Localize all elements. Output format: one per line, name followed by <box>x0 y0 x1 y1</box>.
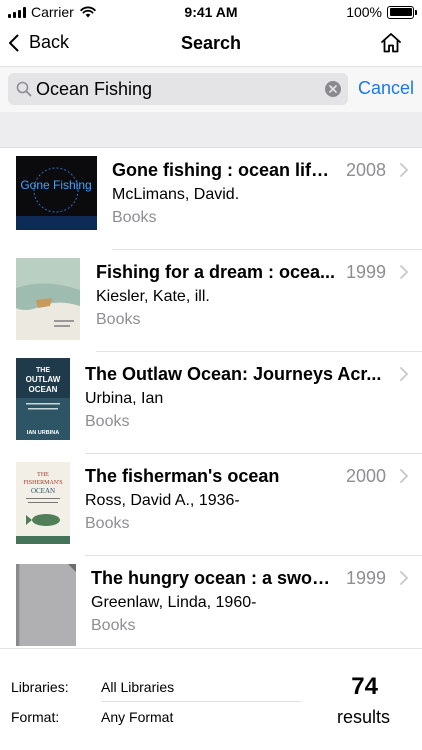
search-bar: Cancel <box>0 66 422 112</box>
result-author: Ross, David A., 1936- <box>85 492 240 509</box>
svg-text:THE: THE <box>37 472 49 478</box>
result-year: 2000 <box>345 466 386 486</box>
result-year: 1999 <box>345 262 386 282</box>
libraries-label: Libraries: <box>11 679 69 695</box>
home-button[interactable] <box>380 32 402 54</box>
format-filter[interactable]: Any Format <box>101 709 173 725</box>
search-input[interactable] <box>36 73 326 105</box>
cancel-button[interactable]: Cancel <box>358 78 414 99</box>
result-type: Books <box>91 617 136 634</box>
result-author: Greenlaw, Linda, 1960- <box>91 594 257 611</box>
list-item[interactable]: Fishing for a dream : ocea... Kiesler, K… <box>0 250 422 352</box>
result-title: The hungry ocean : a swor... <box>91 568 331 588</box>
close-icon <box>329 85 337 93</box>
result-type: Books <box>85 515 130 532</box>
result-title: Gone fishing : ocean life... <box>112 160 332 180</box>
chevron-right-icon <box>400 571 408 585</box>
search-field[interactable] <box>8 73 348 105</box>
svg-text:FISHERMAN'S: FISHERMAN'S <box>23 480 62 486</box>
nav-bar: Back Search <box>0 24 422 66</box>
svg-text:OCEAN: OCEAN <box>31 487 55 495</box>
results-list: Gone Fishing Gone fishing : ocean life..… <box>0 148 422 658</box>
result-author: Kiesler, Kate, ill. <box>96 288 210 305</box>
book-cover <box>16 564 76 646</box>
list-item[interactable]: The hungry ocean : a swor... Greenlaw, L… <box>0 556 422 658</box>
battery-percent: 100% <box>346 4 382 20</box>
result-author: McLimans, David. <box>112 186 240 203</box>
page-title: Search <box>180 33 242 53</box>
results-count: 74 <box>351 673 378 700</box>
svg-text:OUTLAW: OUTLAW <box>26 375 61 384</box>
result-year: 2008 <box>345 160 386 180</box>
result-type: Books <box>96 311 141 328</box>
result-author: Urbina, Ian <box>85 390 164 407</box>
result-year: 1999 <box>345 568 386 588</box>
chevron-right-icon <box>400 163 408 177</box>
results-header-band <box>0 112 422 148</box>
svg-text:THE: THE <box>36 367 50 374</box>
result-type: Books <box>85 413 130 430</box>
status-bar: Carrier 9:41 AM 100% <box>0 0 422 24</box>
results-footer: Libraries: All Libraries Format: Any For… <box>0 648 422 750</box>
result-type: Books <box>112 209 157 226</box>
home-icon <box>381 33 401 53</box>
book-cover: THE OUTLAW OCEAN IAN URBINA <box>16 358 70 440</box>
divider <box>101 701 301 702</box>
list-item[interactable]: Gone Fishing Gone fishing : ocean life..… <box>0 148 422 250</box>
book-cover: THE FISHERMAN'S OCEAN <box>16 462 70 544</box>
search-icon <box>16 81 32 97</box>
svg-text:OCEAN: OCEAN <box>29 385 58 394</box>
chevron-right-icon <box>400 469 408 483</box>
list-item[interactable]: THE FISHERMAN'S OCEAN The fisherman's oc… <box>0 454 422 556</box>
list-item[interactable]: THE OUTLAW OCEAN IAN URBINA The Outlaw O… <box>0 352 422 454</box>
svg-text:IAN URBINA: IAN URBINA <box>27 430 59 436</box>
cover-title: Gone Fishing <box>20 178 91 192</box>
result-title: Fishing for a dream : ocea... <box>96 262 336 282</box>
result-title: The Outlaw Ocean: Journeys Acr... <box>85 364 382 384</box>
battery-icon <box>387 5 417 19</box>
book-cover: Gone Fishing <box>16 156 97 230</box>
book-cover <box>16 258 80 340</box>
clear-search-button[interactable] <box>325 81 341 97</box>
chevron-right-icon <box>400 367 408 381</box>
chevron-right-icon <box>400 265 408 279</box>
status-right: 100% <box>346 4 417 20</box>
format-label: Format: <box>11 709 60 725</box>
result-title: The fisherman's ocean <box>85 466 280 486</box>
results-count-label: results <box>336 707 390 727</box>
libraries-filter[interactable]: All Libraries <box>101 679 174 695</box>
